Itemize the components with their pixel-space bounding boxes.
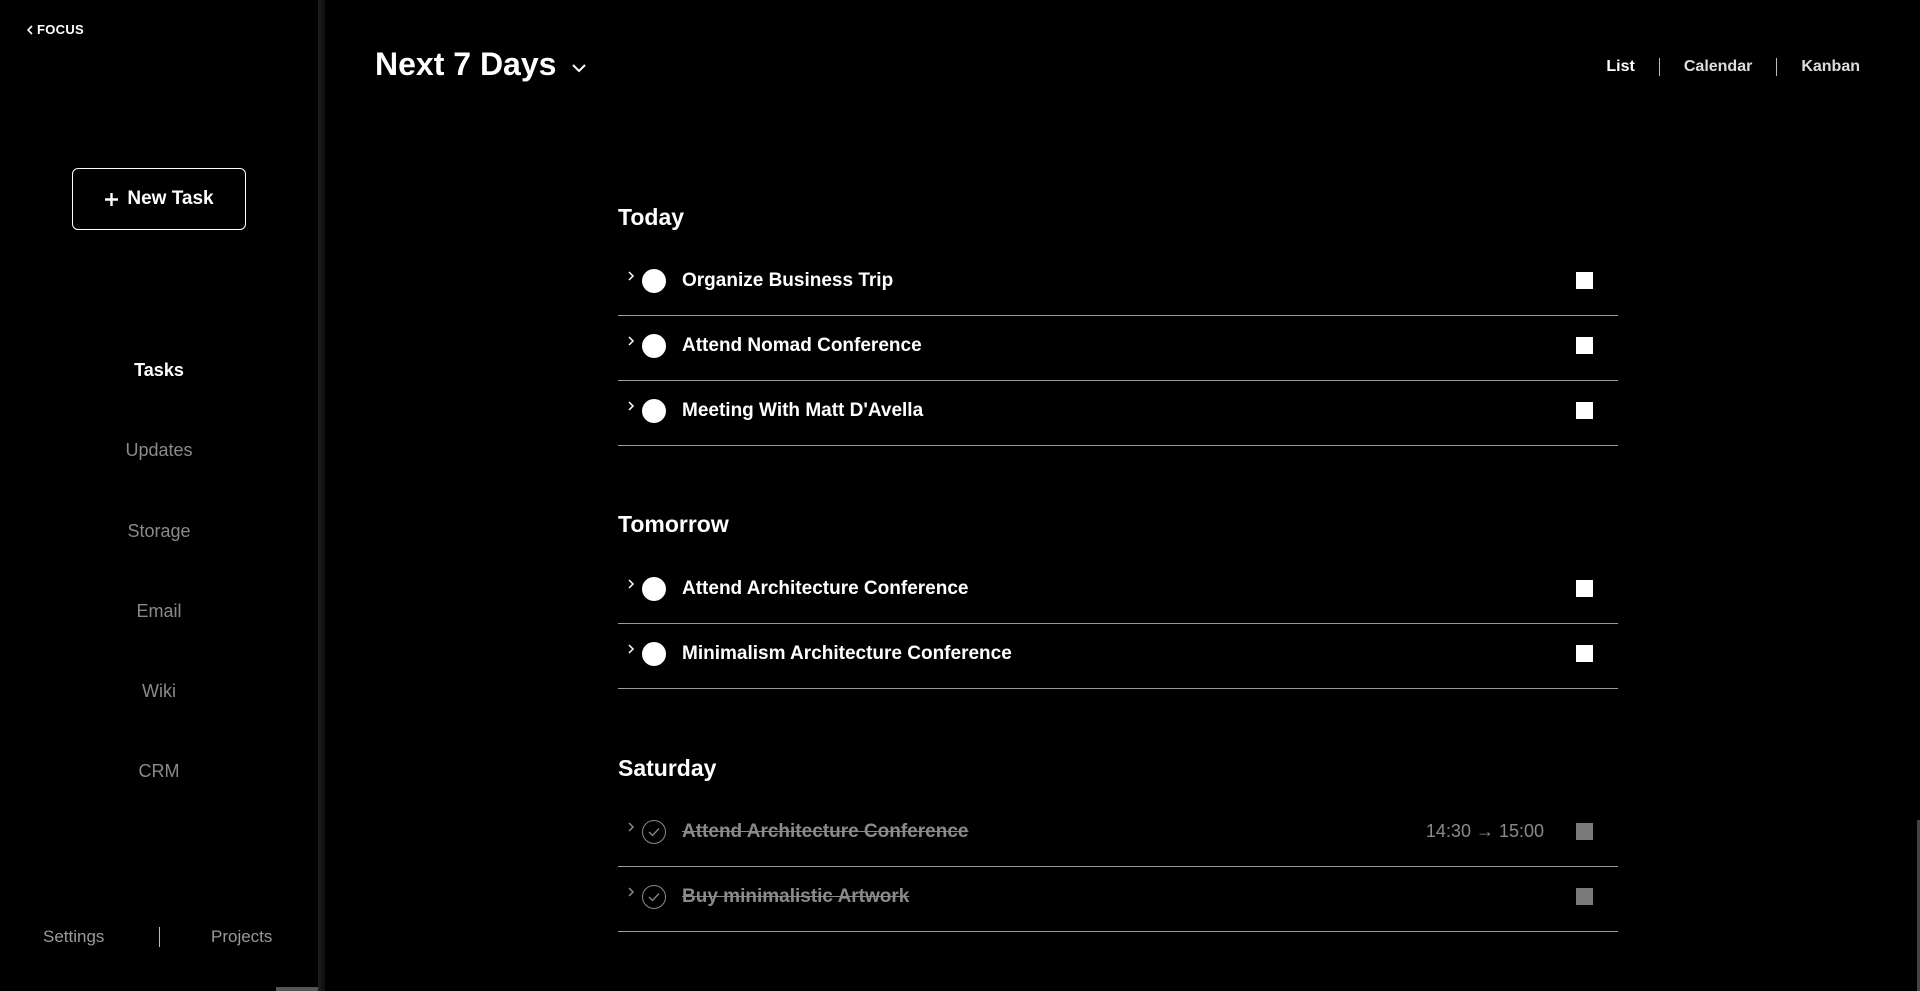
section-title-saturday: Saturday [618, 755, 717, 781]
task-row: Meeting With Matt D'Avella [618, 382, 1618, 446]
task-status-circle[interactable] [642, 642, 666, 666]
task-row: Organize Business Trip [618, 252, 1618, 316]
task-row: Minimalism Architecture Conference [618, 625, 1618, 689]
chevron-right-icon[interactable] [627, 335, 635, 347]
chevron-right-icon[interactable] [627, 643, 635, 655]
section-title-tomorrow: Tomorrow [618, 511, 729, 537]
tab-calendar[interactable]: Calendar [1684, 58, 1752, 76]
chevron-right-icon[interactable] [627, 270, 635, 282]
task-title[interactable]: Attend Architecture Conference [682, 578, 968, 600]
new-task-label: New Task [127, 188, 214, 209]
task-checkbox[interactable] [1576, 337, 1593, 354]
view-separator [1776, 58, 1778, 76]
page-title-dropdown[interactable]: Next 7 Days [375, 46, 588, 83]
chevron-right-icon[interactable] [627, 578, 635, 590]
new-task-button[interactable]: New Task [72, 168, 246, 230]
page-title: Next 7 Days [375, 46, 557, 82]
sidebar-divider [318, 0, 325, 991]
checkmark-icon [648, 828, 660, 837]
sidebar-item-wiki[interactable]: Wiki [0, 681, 318, 702]
task-row: Attend Architecture Conference [618, 560, 1618, 624]
chevron-left-icon [26, 24, 33, 35]
sidebar-item-crm[interactable]: CRM [0, 761, 318, 782]
task-status-circle[interactable] [642, 334, 666, 358]
task-status-check[interactable] [642, 885, 666, 909]
chevron-right-icon[interactable] [627, 400, 635, 412]
sidebar-item-storage[interactable]: Storage [0, 521, 318, 542]
task-time: 14:30 → 15:00 [1425, 821, 1544, 841]
chevron-down-icon [572, 63, 587, 72]
sidebar-item-email[interactable]: Email [0, 601, 318, 622]
task-row: Attend Nomad Conference [618, 317, 1618, 381]
sidebar-bottom-bar [276, 987, 318, 991]
back-link-label: FOCUS [37, 22, 84, 37]
view-separator [1658, 58, 1660, 76]
tab-kanban[interactable]: Kanban [1801, 58, 1860, 76]
task-checkbox[interactable] [1576, 823, 1593, 840]
task-title[interactable]: Attend Nomad Conference [682, 335, 922, 357]
section-title-today: Today [618, 204, 685, 230]
task-checkbox[interactable] [1576, 272, 1593, 289]
task-status-circle[interactable] [642, 577, 666, 601]
task-status-circle[interactable] [642, 399, 666, 423]
task-title[interactable]: Buy minimalistic Artwork [682, 886, 909, 908]
task-checkbox[interactable] [1576, 645, 1593, 662]
task-status-circle[interactable] [642, 269, 666, 293]
task-title[interactable]: Organize Business Trip [682, 270, 893, 292]
task-checkbox[interactable] [1576, 580, 1593, 597]
task-title[interactable]: Minimalism Architecture Conference [682, 643, 1012, 665]
sidebar-footer: Settings Projects [0, 927, 318, 951]
sidebar-item-updates[interactable]: Updates [0, 440, 318, 461]
sidebar: FOCUS New Task Tasks Updates Storage Ema… [0, 0, 318, 991]
projects-link[interactable]: Projects [211, 927, 272, 947]
footer-divider [159, 927, 160, 947]
back-link[interactable]: FOCUS [26, 22, 84, 37]
plus-icon [105, 192, 119, 206]
task-status-check[interactable] [642, 820, 666, 844]
task-title[interactable]: Attend Architecture Conference [682, 821, 968, 843]
checkmark-icon [648, 893, 660, 902]
tab-list[interactable]: List [1606, 58, 1634, 76]
task-row: Attend Architecture Conference 14:30 → 1… [618, 803, 1618, 867]
task-checkbox[interactable] [1576, 888, 1593, 905]
app-window: FOCUS New Task Tasks Updates Storage Ema… [0, 0, 1920, 991]
view-switcher: List Calendar Kanban [1606, 58, 1860, 76]
task-checkbox[interactable] [1576, 402, 1593, 419]
chevron-right-icon[interactable] [627, 886, 635, 898]
chevron-right-icon[interactable] [627, 821, 635, 833]
task-row: Buy minimalistic Artwork [618, 868, 1618, 932]
task-title[interactable]: Meeting With Matt D'Avella [682, 400, 923, 422]
sidebar-item-tasks[interactable]: Tasks [0, 360, 318, 381]
settings-link[interactable]: Settings [43, 927, 104, 947]
